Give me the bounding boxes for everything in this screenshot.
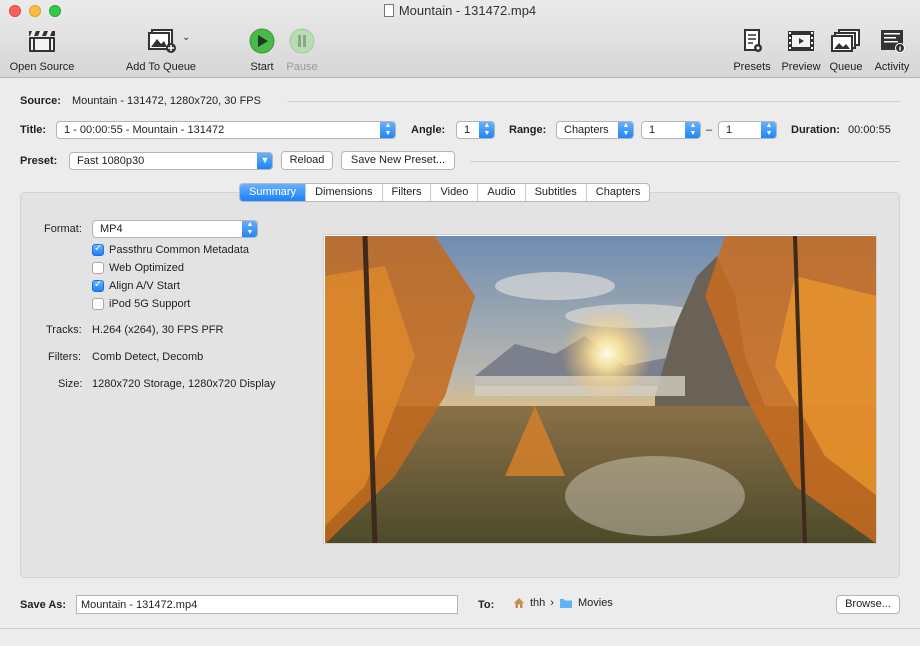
tracks-value: H.264 (x264), 30 FPS PFR	[92, 324, 224, 336]
add-photo-icon	[148, 29, 176, 53]
path-folder: Movies	[577, 597, 613, 609]
toolbar: Mountain - 131472.mp4 Open Source Add To…	[0, 0, 920, 78]
destination-path[interactable]: thh › Movies	[513, 597, 613, 609]
ipod-support-checkbox[interactable]	[92, 298, 104, 310]
reload-button[interactable]: Reload	[281, 151, 333, 170]
format-popup[interactable]: MP4 ▲ ▼	[92, 220, 258, 238]
film-icon	[788, 31, 814, 51]
start-label: Start	[250, 61, 274, 73]
range-end-value: 1	[726, 124, 733, 136]
range-end-popup[interactable]: 1 ▲ ▼	[718, 121, 777, 139]
angle-popup-value: 1	[464, 124, 471, 136]
updown-arrows-icon: ▲ ▼	[685, 122, 700, 138]
range-label: Range:	[509, 124, 547, 136]
preview-label: Preview	[781, 61, 821, 73]
web-optimized-checkbox[interactable]	[92, 262, 104, 274]
window-title-text: Mountain - 131472.mp4	[398, 3, 537, 18]
tracks-label: Tracks:	[46, 324, 82, 336]
align-av-start-label: Align A/V Start	[109, 280, 180, 292]
range-start-value: 1	[649, 124, 656, 136]
handbrake-window: Mountain - 131472.mp4 Open Source Add To…	[0, 0, 920, 646]
angle-popup[interactable]: 1 ▲ ▼	[456, 121, 495, 139]
passthru-metadata-label: Passthru Common Metadata	[109, 244, 250, 256]
size-label: Size:	[58, 378, 83, 390]
title-label: Title:	[20, 124, 47, 136]
queue-button[interactable]: Queue	[826, 28, 866, 73]
play-icon	[249, 28, 275, 54]
align-av-start-checkbox[interactable]	[92, 279, 104, 292]
open-source-button[interactable]: Open Source	[8, 28, 76, 73]
path-home: thh	[530, 597, 546, 609]
folder-icon	[559, 599, 572, 608]
pause-button[interactable]: Pause	[284, 28, 320, 73]
range-start-popup[interactable]: 1 ▲ ▼	[641, 121, 701, 139]
filters-value: Comb Detect, Decomb	[92, 351, 204, 363]
passthru-metadata-checkbox[interactable]	[92, 243, 104, 256]
web-optimized-label: Web Optimized	[109, 262, 184, 274]
presets-label: Presets	[733, 61, 771, 73]
preset-popup[interactable]: Fast 1080p30 ▼	[69, 152, 273, 170]
tab-dimensions[interactable]: Dimensions	[305, 184, 381, 201]
path-separator: ›	[550, 597, 554, 609]
separator	[287, 101, 900, 102]
browse-button[interactable]: Browse...	[836, 595, 900, 614]
updown-arrows-icon: ▲ ▼	[242, 221, 257, 237]
to-label: To:	[478, 599, 495, 611]
preset-label: Preset:	[20, 155, 58, 167]
updown-arrows-icon: ▲ ▼	[380, 122, 395, 138]
queue-icon	[831, 29, 860, 52]
ipod-support-label: iPod 5G Support	[109, 298, 191, 310]
tab-summary[interactable]: Summary	[240, 184, 306, 201]
tab-chapters[interactable]: Chapters	[585, 184, 650, 201]
tab-video[interactable]: Video	[430, 184, 477, 201]
tab-audio[interactable]: Audio	[477, 184, 524, 201]
chevron-down-icon: ▼	[257, 153, 272, 169]
preview-thumbnail	[323, 234, 877, 544]
settings-tabs: Summary Dimensions Filters Video Audio S…	[239, 183, 651, 202]
window-title: Mountain - 131472.mp4	[0, 3, 920, 18]
range-dash: –	[706, 124, 713, 136]
format-label: Format:	[44, 223, 82, 235]
separator	[470, 161, 900, 162]
source-label: Source:	[20, 95, 61, 107]
angle-label: Angle:	[411, 124, 446, 136]
updown-arrows-icon: ▲ ▼	[761, 122, 776, 138]
range-type-popup[interactable]: Chapters ▲ ▼	[556, 121, 634, 139]
duration-value: 00:00:55	[848, 124, 891, 136]
format-popup-value: MP4	[100, 223, 123, 235]
mountain-sunset-image	[325, 236, 876, 543]
tab-subtitles[interactable]: Subtitles	[524, 184, 586, 201]
save-as-label: Save As:	[20, 599, 67, 611]
activity-label: Activity	[874, 61, 910, 73]
title-popup-value: 1 - 00:00:55 - Mountain - 131472	[64, 124, 225, 136]
separator	[0, 628, 920, 629]
start-button[interactable]: Start	[244, 28, 280, 73]
document-icon	[383, 4, 394, 17]
updown-arrows-icon: ▲ ▼	[618, 122, 633, 138]
range-type-value: Chapters	[564, 124, 609, 136]
presets-button[interactable]: Presets	[730, 28, 774, 73]
activity-icon	[881, 30, 905, 53]
activity-button[interactable]: Activity	[870, 28, 914, 73]
tab-filters[interactable]: Filters	[381, 184, 431, 201]
home-icon	[514, 598, 524, 608]
add-to-queue-dropdown-icon[interactable]: ⌄	[182, 32, 190, 43]
queue-label: Queue	[829, 61, 863, 73]
pause-label: Pause	[286, 61, 318, 73]
updown-arrows-icon: ▲ ▼	[479, 122, 494, 138]
clapperboard-icon	[29, 31, 55, 52]
save-as-field[interactable]: Mountain - 131472.mp4	[76, 595, 458, 614]
preset-popup-value: Fast 1080p30	[77, 155, 145, 167]
add-to-queue-label: Add To Queue	[125, 61, 197, 73]
source-value: Mountain - 131472, 1280x720, 30 FPS	[72, 95, 261, 107]
presets-icon	[744, 29, 762, 52]
open-source-label: Open Source	[9, 61, 75, 73]
filters-label: Filters:	[48, 351, 81, 363]
preview-button[interactable]: Preview	[779, 28, 823, 73]
pause-icon	[289, 28, 315, 54]
title-popup[interactable]: 1 - 00:00:55 - Mountain - 131472 ▲ ▼	[56, 121, 396, 139]
size-value: 1280x720 Storage, 1280x720 Display	[92, 378, 276, 390]
save-new-preset-button[interactable]: Save New Preset...	[341, 151, 455, 170]
duration-label: Duration:	[791, 124, 840, 136]
